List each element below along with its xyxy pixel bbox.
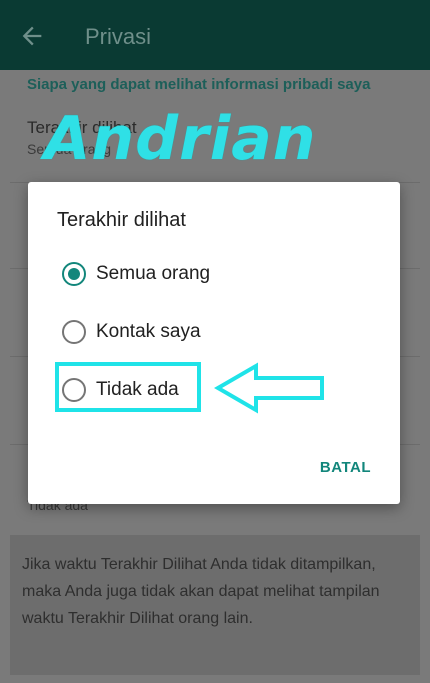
option-everyone[interactable]: Semua orang [62,258,210,290]
option-label: Semua orang [96,263,211,284]
option-label: Kontak saya [96,321,201,342]
app-bar: Privasi [0,0,430,70]
arrow-left-icon[interactable] [18,22,46,50]
last-seen-dialog: Terakhir dilihat Semua orang Kontak saya… [28,182,400,504]
radio-unchecked-icon[interactable] [62,320,86,344]
cancel-button[interactable]: BATAL [320,459,371,476]
info-box: Jika waktu Terakhir Dilihat Anda tidak d… [10,535,420,675]
page-title: Privasi [85,24,152,49]
section-header: Siapa yang dapat melihat informasi priba… [27,76,371,93]
dialog-title: Terakhir dilihat [57,209,186,231]
arrow-left-icon [214,362,324,414]
radio-checked-icon[interactable] [62,262,86,286]
option-my-contacts[interactable]: Kontak saya [62,316,201,348]
highlight-box [55,362,201,412]
